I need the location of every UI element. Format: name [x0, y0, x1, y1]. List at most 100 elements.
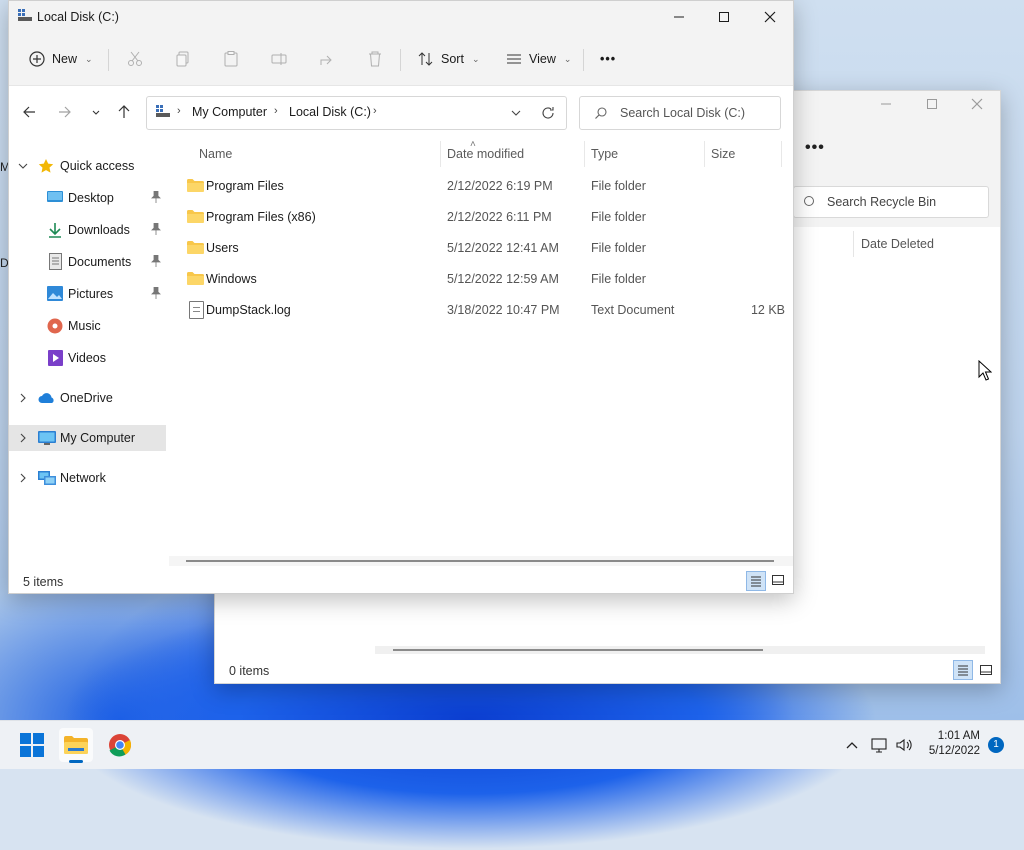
title-bar[interactable]: Local Disk (C:)	[9, 1, 793, 33]
volume-tray-button[interactable]	[894, 735, 914, 755]
delete-button[interactable]	[366, 45, 384, 73]
large-icons-view-button[interactable]	[769, 571, 787, 589]
sidebar-item-music[interactable]: Music	[9, 313, 166, 339]
paste-button[interactable]	[222, 45, 240, 73]
column-separator[interactable]	[781, 141, 782, 167]
close-icon	[764, 11, 776, 23]
search-input[interactable]: Search Recycle Bin	[793, 186, 989, 218]
column-separator[interactable]	[440, 141, 441, 167]
up-button[interactable]	[114, 102, 134, 122]
search-input[interactable]: Search Local Disk (C:)	[579, 96, 781, 130]
chevron-right-icon[interactable]	[17, 392, 29, 404]
details-view-button[interactable]	[746, 571, 766, 591]
sidebar-item-my-computer[interactable]: My Computer	[9, 425, 166, 451]
back-button[interactable]	[20, 102, 40, 122]
breadcrumb-chevron-icon[interactable]: ›	[274, 105, 278, 117]
maximize-button[interactable]	[701, 1, 747, 33]
clock[interactable]: 1:01 AM 5/12/2022	[929, 729, 980, 759]
scrollbar-thumb[interactable]	[186, 560, 774, 562]
start-button[interactable]	[15, 728, 49, 762]
taskbar-chrome[interactable]	[103, 728, 137, 762]
breadcrumb-chevron-icon[interactable]: ›	[373, 105, 377, 117]
monitor-icon	[38, 431, 56, 445]
file-explorer-window[interactable]: Local Disk (C:) New ⌄ Sort ⌄ View ⌄ ••• …	[8, 0, 794, 594]
clipboard-icon	[224, 51, 238, 67]
address-bar[interactable]: › My Computer › Local Disk (C:) ›	[146, 96, 567, 130]
folder-icon	[187, 179, 204, 192]
file-type: File folder	[591, 179, 646, 193]
sidebar-item-pictures[interactable]: Pictures	[9, 281, 166, 307]
file-row[interactable]: Users 5/12/2022 12:41 AM File folder	[179, 234, 783, 262]
network-tray-button[interactable]	[870, 735, 890, 755]
breadcrumb-local-disk[interactable]: Local Disk (C:)	[289, 105, 371, 119]
minimize-button[interactable]	[656, 1, 702, 33]
column-separator[interactable]	[584, 141, 585, 167]
column-header-type[interactable]: Type	[591, 147, 618, 161]
column-header-size[interactable]: Size	[711, 147, 735, 161]
folder-icon	[187, 241, 204, 254]
file-row[interactable]: DumpStack.log 3/18/2022 10:47 PM Text Do…	[179, 296, 785, 324]
details-view-button[interactable]	[953, 660, 973, 680]
network-status-icon	[871, 738, 887, 753]
minimize-button[interactable]	[863, 97, 909, 115]
sidebar-item-quick-access[interactable]: Quick access	[9, 153, 166, 179]
arrow-right-icon	[59, 106, 71, 118]
column-separator[interactable]	[704, 141, 705, 167]
column-header-name[interactable]: Name	[199, 147, 232, 161]
file-row[interactable]: Program Files 2/12/2022 6:19 PM File fol…	[179, 172, 783, 200]
pin-icon[interactable]	[151, 223, 161, 235]
sidebar-item-documents[interactable]: Documents	[9, 249, 166, 275]
taskbar-file-explorer[interactable]	[59, 728, 93, 763]
pin-icon[interactable]	[151, 287, 161, 299]
see-more-button[interactable]: •••	[600, 45, 616, 73]
file-row[interactable]: Windows 5/12/2022 12:59 AM File folder	[179, 265, 783, 293]
chevron-down-icon[interactable]	[17, 160, 29, 172]
maximize-icon	[719, 12, 729, 22]
network-icon	[38, 471, 56, 485]
file-row[interactable]: Program Files (x86) 2/12/2022 6:11 PM Fi…	[179, 203, 783, 231]
show-hidden-icons-button[interactable]	[842, 735, 862, 755]
horizontal-scrollbar[interactable]	[375, 646, 985, 654]
refresh-icon[interactable]	[540, 105, 556, 121]
trash-icon	[369, 51, 381, 67]
recent-locations-button[interactable]	[86, 102, 106, 122]
rename-button[interactable]	[270, 45, 288, 73]
sidebar-item-label: Desktop	[68, 191, 114, 205]
column-header-date-modified[interactable]: Date modified	[447, 147, 524, 161]
sidebar-item-label: My Computer	[60, 431, 136, 445]
copy-button[interactable]	[174, 45, 192, 73]
close-button[interactable]	[954, 97, 1000, 115]
clock-time: 1:01 AM	[937, 730, 980, 742]
close-button[interactable]	[747, 1, 793, 33]
video-icon	[48, 350, 63, 366]
sort-button[interactable]: Sort ⌄	[417, 45, 479, 73]
file-explorer-icon	[64, 736, 88, 754]
see-more-button[interactable]: •••	[805, 139, 825, 157]
sidebar-item-desktop[interactable]: Desktop	[9, 185, 166, 211]
horizontal-scrollbar[interactable]	[169, 556, 793, 566]
forward-button[interactable]	[54, 102, 74, 122]
status-bar	[9, 567, 793, 593]
maximize-button[interactable]	[909, 97, 955, 115]
large-icons-view-button[interactable]	[976, 660, 996, 680]
sidebar-item-network[interactable]: Network	[9, 465, 166, 491]
sidebar-item-onedrive[interactable]: OneDrive	[9, 385, 166, 411]
sidebar-item-downloads[interactable]: Downloads	[9, 217, 166, 243]
download-arrow-icon	[49, 223, 61, 238]
notification-badge[interactable]: 1	[988, 737, 1004, 753]
search-icon	[595, 107, 607, 119]
sidebar-item-videos[interactable]: Videos	[9, 345, 166, 371]
pin-icon[interactable]	[151, 191, 161, 203]
breadcrumb-my-computer[interactable]: My Computer	[192, 105, 267, 119]
scrollbar-thumb[interactable]	[393, 649, 763, 651]
new-button[interactable]: New ⌄	[28, 45, 93, 73]
details-view-icon	[751, 576, 761, 587]
chevron-right-icon[interactable]	[17, 432, 29, 444]
pin-icon[interactable]	[151, 255, 161, 267]
chevron-right-icon[interactable]	[17, 472, 29, 484]
cut-button[interactable]	[126, 45, 144, 73]
share-button[interactable]	[318, 45, 336, 73]
view-button[interactable]: View ⌄	[505, 45, 571, 73]
column-header-date-deleted[interactable]: Date Deleted	[861, 237, 934, 251]
address-dropdown-icon[interactable]	[509, 106, 523, 120]
